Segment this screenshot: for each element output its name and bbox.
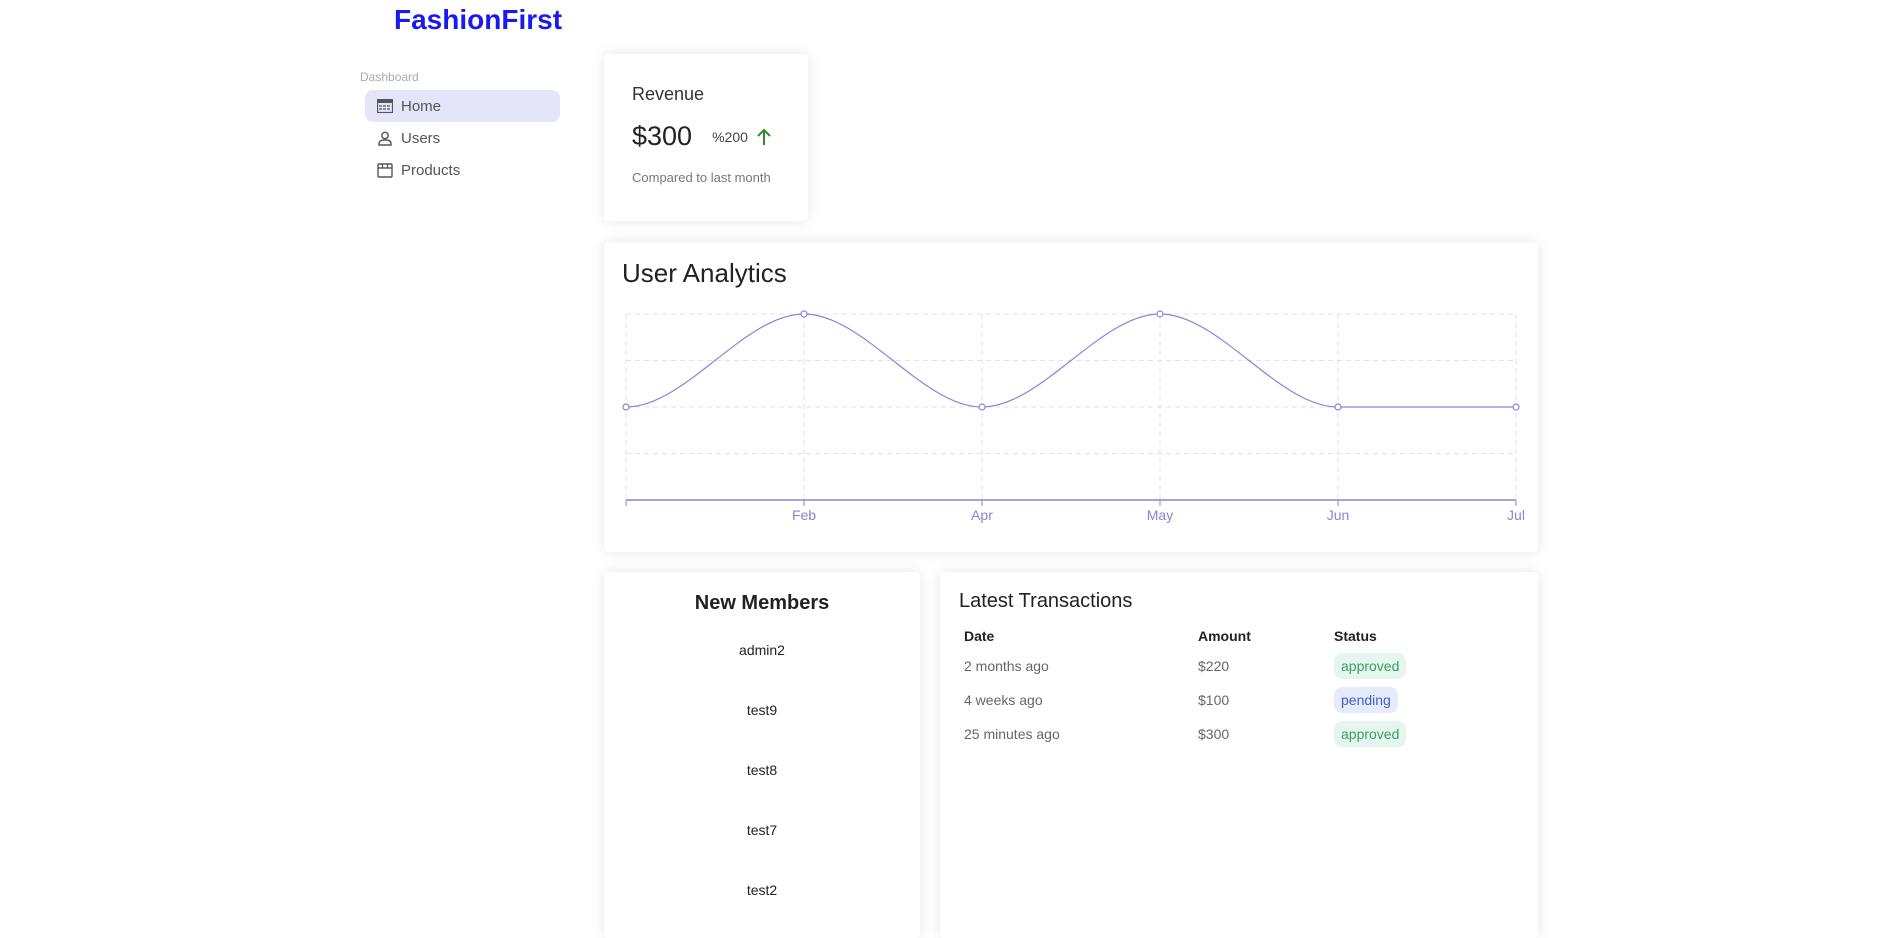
new-members-card: New Members admin2 test9 test8 test7 tes… <box>604 572 920 938</box>
status-badge: approved <box>1334 721 1407 747</box>
column-status-header: Status <box>1334 628 1377 644</box>
x-tick-label: Apr <box>971 507 993 523</box>
latest-transactions-card: Latest Transactions Date Amount Status 2… <box>940 572 1538 938</box>
member-item[interactable]: test8 <box>604 740 920 800</box>
member-item[interactable]: test9 <box>604 680 920 740</box>
user-analytics-card: User Analytics Feb Apr May Jun Jul <box>604 242 1538 552</box>
sidebar-item-label: Users <box>401 129 441 147</box>
transactions-title: Latest Transactions <box>959 590 1133 612</box>
transaction-date: 2 months ago <box>964 658 1049 674</box>
status-badge: approved <box>1334 653 1407 679</box>
revenue-rate: %200 <box>712 128 748 145</box>
sidebar-section-title: Dashboard <box>360 70 419 84</box>
member-item[interactable]: admin2 <box>604 620 920 680</box>
transaction-amount: $100 <box>1198 692 1230 708</box>
revenue-row: $300 %200 <box>632 121 780 152</box>
transaction-amount: $300 <box>1198 726 1230 742</box>
x-tick-label: Feb <box>792 507 816 523</box>
data-point <box>1156 310 1164 318</box>
sidebar-item-label: Home <box>401 97 442 115</box>
x-tick-label: Jul <box>1507 507 1525 523</box>
transaction-amount: $220 <box>1198 658 1230 674</box>
storefront-icon <box>377 162 393 178</box>
user-analytics-chart: Feb Apr May Jun Jul <box>622 310 1525 523</box>
x-tick-label: May <box>1147 507 1173 523</box>
revenue-title: Revenue <box>632 84 705 104</box>
data-point <box>978 403 986 411</box>
members-list: admin2 test9 test8 test7 test2 <box>604 620 920 920</box>
member-item[interactable]: test2 <box>604 860 920 920</box>
transactions-table: Date Amount Status 2 months ago $220 app… <box>959 623 1519 751</box>
x-tick-label: Jun <box>1327 507 1350 523</box>
sidebar: Dashboard Home Users Products <box>360 70 560 186</box>
data-point <box>1334 403 1342 411</box>
revenue-card: Revenue $300 %200 Compared to last month <box>604 54 808 221</box>
dashboard-icon <box>377 98 393 114</box>
user-icon <box>377 130 393 146</box>
table-header-row: Date Amount Status <box>959 623 1519 649</box>
sidebar-item-home[interactable]: Home <box>365 90 560 122</box>
sidebar-item-label: Products <box>401 161 461 179</box>
data-point <box>622 403 630 411</box>
brand-logo[interactable]: FashionFirst <box>394 4 562 36</box>
sidebar-item-users[interactable]: Users <box>365 122 560 154</box>
revenue-subtitle: Compared to last month <box>632 170 771 185</box>
member-item[interactable]: test7 <box>604 800 920 860</box>
transaction-date: 25 minutes ago <box>964 726 1060 742</box>
status-badge: pending <box>1334 687 1398 713</box>
revenue-value: $300 <box>632 121 693 151</box>
members-title: New Members <box>694 592 830 614</box>
sidebar-item-products[interactable]: Products <box>365 154 560 186</box>
column-amount-header: Amount <box>1198 628 1251 644</box>
column-date-header: Date <box>964 628 995 644</box>
data-point <box>800 310 808 318</box>
arrow-up-icon <box>756 128 772 146</box>
transaction-date: 4 weeks ago <box>964 692 1043 708</box>
table-row: 25 minutes ago $300 approved <box>959 717 1519 751</box>
table-row: 4 weeks ago $100 pending <box>959 683 1519 717</box>
data-point <box>1512 403 1520 411</box>
table-row: 2 months ago $220 approved <box>959 649 1519 683</box>
